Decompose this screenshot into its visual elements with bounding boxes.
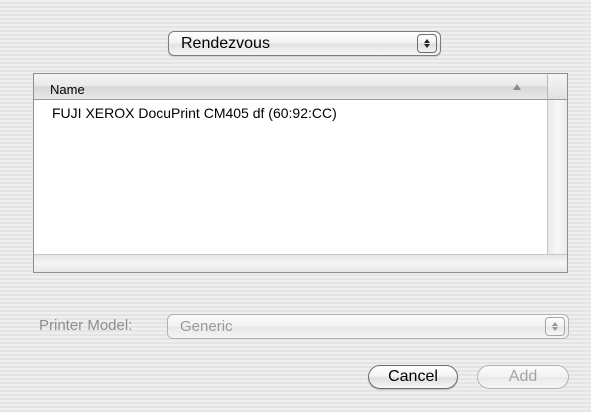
- printer-name: FUJI XEROX DocuPrint CM405 df (60:92:CC): [52, 105, 337, 121]
- header-corner: [547, 74, 567, 100]
- horizontal-scrollbar[interactable]: [34, 254, 567, 272]
- up-down-arrows-icon: [417, 34, 437, 53]
- sort-ascending-icon: [513, 84, 521, 90]
- cancel-button[interactable]: Cancel: [368, 365, 458, 389]
- column-header-name[interactable]: Name: [34, 74, 547, 100]
- vertical-scrollbar[interactable]: [547, 100, 567, 254]
- printer-list-body: FUJI XEROX DocuPrint CM405 df (60:92:CC): [34, 100, 547, 254]
- connection-type-value: Rendezvous: [181, 35, 270, 52]
- add-button[interactable]: Add: [477, 365, 569, 389]
- list-item[interactable]: FUJI XEROX DocuPrint CM405 df (60:92:CC): [34, 100, 547, 121]
- printer-model-value: Generic: [180, 318, 233, 335]
- column-header-label: Name: [50, 82, 85, 97]
- printer-model-popup[interactable]: Generic: [167, 314, 569, 339]
- connection-type-popup[interactable]: Rendezvous: [168, 31, 441, 56]
- up-down-arrows-icon: [545, 317, 565, 336]
- printer-list[interactable]: Name FUJI XEROX DocuPrint CM405 df (60:9…: [33, 73, 568, 273]
- add-printer-sheet: { "connection_popup": { "value": "Rendez…: [0, 0, 591, 412]
- printer-model-label: Printer Model:: [39, 317, 133, 334]
